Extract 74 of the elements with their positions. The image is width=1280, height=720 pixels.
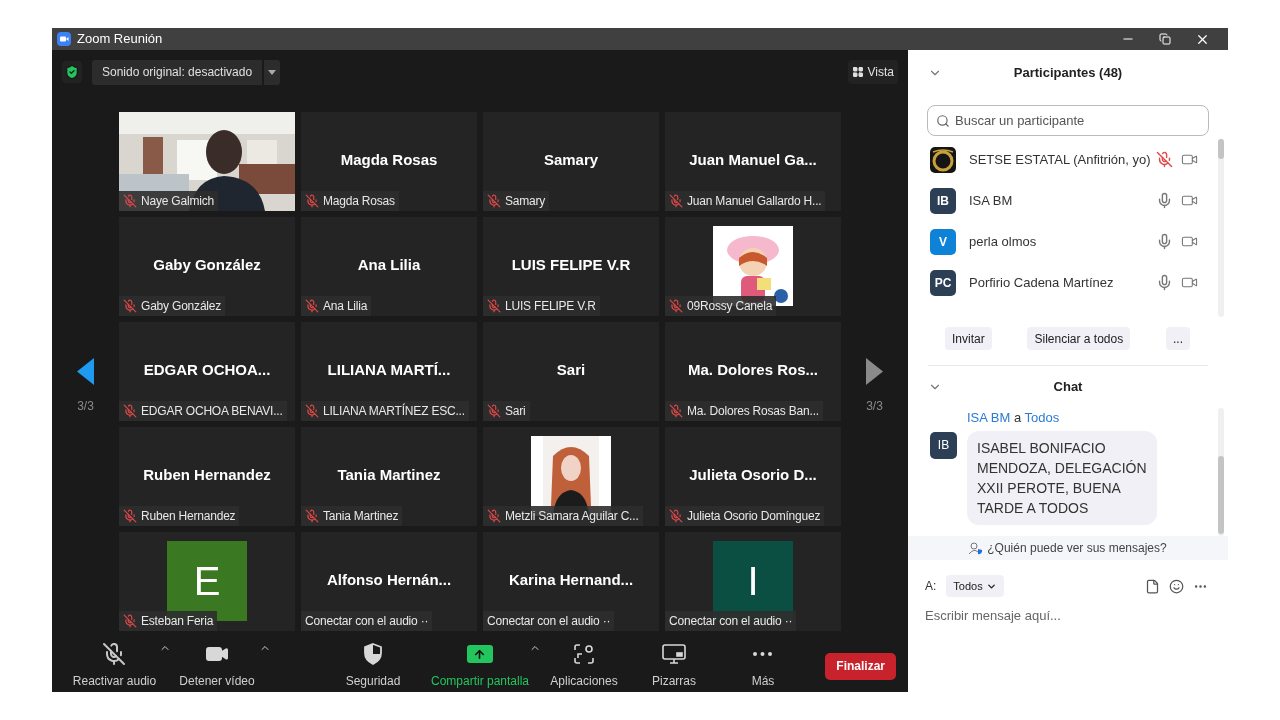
name-label: 09Rossy Canela — [665, 296, 777, 316]
name-label: Juan Manuel Gallardo H... — [665, 191, 826, 211]
participant-name: Ma. Dolores Ros... — [688, 360, 818, 381]
page-indicator: 3/3 — [866, 398, 883, 415]
panel-title: Chat — [1053, 378, 1083, 397]
toolbar-button[interactable]: Más — [751, 642, 775, 690]
toolbar-button[interactable]: Detener vídeo — [179, 642, 255, 690]
name-label: Ruben Hernandez — [119, 506, 240, 526]
participant-name: perla olmos — [969, 232, 1037, 251]
end-button[interactable]: Finalizar — [825, 652, 896, 680]
sender-avatar: IB — [930, 431, 957, 459]
name-label: LILIANA MARTÍNEZ ESC... — [301, 401, 469, 421]
participant-name: LUIS FELIPE V.R — [511, 255, 631, 276]
participant-avatar: V — [930, 228, 956, 255]
name-label: Ma. Dolores Rosas Ban... — [665, 401, 823, 421]
participant-name: Alfonso Hernán... — [326, 570, 452, 591]
name-label: Conectar con el audio ·· — [301, 611, 433, 631]
window-title: Zoom Reunión — [77, 30, 163, 49]
recipient-label: A: — [925, 578, 937, 595]
participant-name: EDGAR OCHOA... — [143, 360, 271, 381]
participant-row[interactable]: IB ISA BM — [908, 180, 1228, 221]
page-indicator: 3/3 — [77, 398, 94, 415]
name-label: LUIS FELIPE V.R — [483, 296, 600, 316]
name-label: Esteban Feria — [119, 611, 218, 631]
toolbar-button[interactable]: Reactivar audio — [72, 642, 157, 690]
message-input[interactable]: Escribir mensaje aquí... — [925, 604, 1211, 626]
participant-name: Karina Hernand... — [508, 570, 634, 591]
participant-name: Samary — [543, 150, 599, 171]
panel-button[interactable]: Invitar — [945, 327, 992, 350]
participant-name: Gaby González — [153, 255, 261, 276]
participant-row[interactable]: PC Porfirio Cadena Martínez — [908, 262, 1228, 303]
participant-avatar: PC — [930, 269, 956, 296]
message-bubble: ISABEL BONIFACIO MENDOZA, DELEGACIÓN XXII PEROTE, BUENA TARDE A TODOS — [967, 430, 1157, 525]
search-field[interactable]: Buscar un participante — [927, 105, 1209, 136]
panel-button[interactable]: Silenciar a todos — [1027, 327, 1131, 350]
toolbar-button[interactable]: Aplicaciones — [550, 642, 618, 690]
participant-name: LILIANA MARTÍ... — [327, 360, 451, 381]
name-label: Tania Martinez — [301, 506, 403, 526]
name-label: Julieta Osorio Domínguez — [665, 506, 825, 526]
name-label: Conectar con el audio ·· — [665, 611, 797, 631]
privacy-note[interactable]: ¿Quién puede ver sus mensajes? — [908, 536, 1228, 560]
message-connector: a — [1013, 410, 1023, 425]
participant-row[interactable]: SETSE ESTATAL (Anfitrión, yo) — [908, 139, 1228, 180]
toolbar-button[interactable]: Pizarras — [652, 642, 696, 690]
name-label: Metzli Samara Aguilar C... — [483, 506, 643, 526]
participant-name: Sari — [556, 360, 586, 381]
participant-name: Juan Manuel Ga... — [689, 150, 817, 171]
participant-name: Porfirio Cadena Martínez — [969, 273, 1114, 292]
name-label: Magda Rosas — [301, 191, 399, 211]
panel-button[interactable]: ... — [1165, 327, 1190, 350]
toolbar-button[interactable]: Compartir pantalla — [430, 642, 529, 690]
participant-name: Ana Lilia — [357, 255, 421, 276]
name-label: Naye Galmich — [119, 191, 218, 211]
recipient-dropdown[interactable]: Todos — [946, 575, 1004, 597]
participant-row[interactable]: V perla olmos — [908, 221, 1228, 262]
participant-name: Julieta Osorio D... — [689, 465, 817, 486]
panel-title: Participantes (48) — [1013, 64, 1123, 83]
name-label: Samary — [483, 191, 550, 211]
name-label: Conectar con el audio ·· — [483, 611, 615, 631]
name-label: EDGAR OCHOA BENAVI... — [119, 401, 287, 421]
name-label: Sari — [483, 401, 530, 421]
view-button[interactable]: Vista — [847, 60, 898, 84]
participant-name: Magda Rosas — [340, 150, 438, 171]
participant-name: Tania Martinez — [337, 465, 441, 486]
name-label: Ana Lilia — [301, 296, 372, 316]
participant-avatar: IB — [930, 187, 956, 214]
participant-name: Ruben Hernandez — [143, 465, 271, 486]
participant-name: ISA BM — [969, 191, 1013, 210]
original-sound-button[interactable]: Sonido original: desactivado — [92, 59, 263, 85]
toolbar-button[interactable]: Seguridad — [345, 642, 401, 690]
recipient-name[interactable]: Todos — [1024, 410, 1060, 425]
name-label: Gaby González — [119, 296, 226, 316]
participant-name: SETSE ESTATAL (Anfitrión, yo) — [969, 150, 1151, 169]
sender-name[interactable]: ISA BM — [967, 410, 1011, 425]
